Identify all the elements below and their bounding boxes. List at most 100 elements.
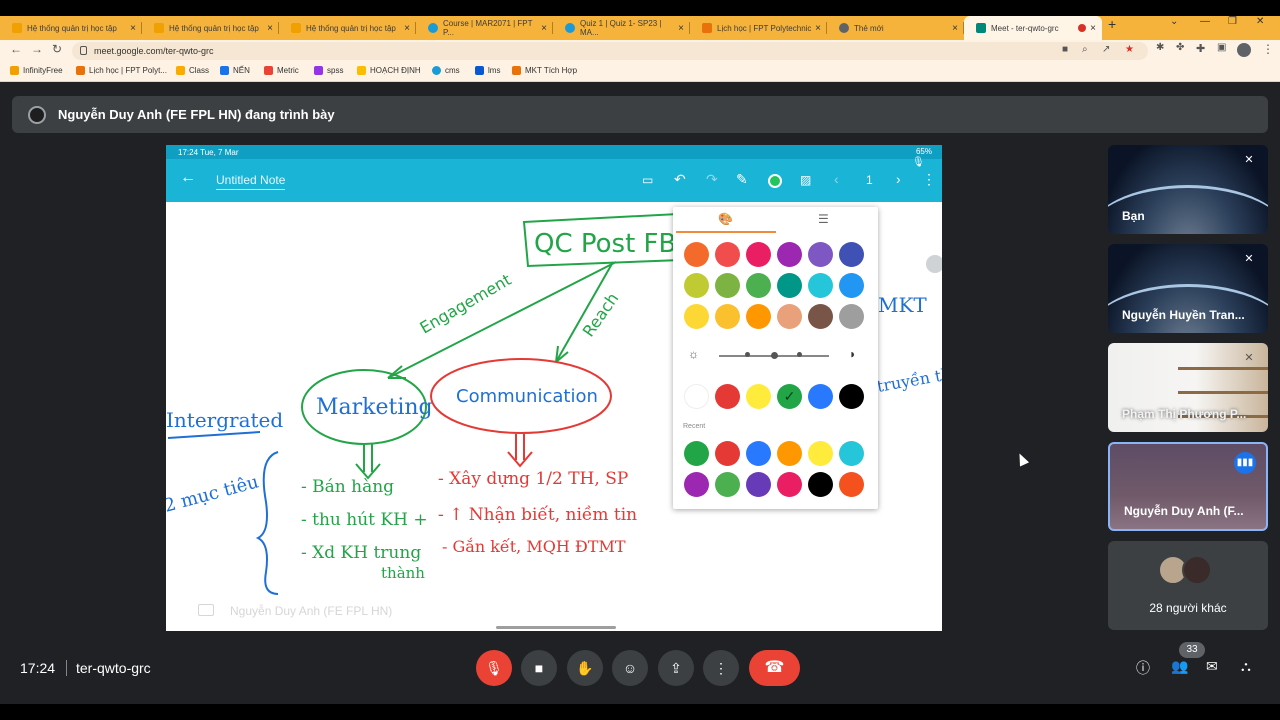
- recent-color-swatch[interactable]: [746, 472, 771, 497]
- recent-color-swatch[interactable]: [839, 441, 864, 466]
- bookmark-star-icon[interactable]: ★: [1125, 44, 1134, 55]
- participant-tile-active-speaker[interactable]: ▮▮▮ Nguyễn Duy Anh (F...: [1108, 442, 1268, 531]
- opacity-slider[interactable]: [719, 352, 829, 359]
- slider-knob[interactable]: [771, 352, 778, 359]
- recent-color-swatch[interactable]: [684, 441, 709, 466]
- participant-tile[interactable]: ✕ Phạm Thị Phương P...: [1108, 343, 1268, 432]
- camera-icon[interactable]: ■: [1062, 44, 1068, 55]
- browser-tab-5[interactable]: Lịch học | FPT Polytechnic ×: [690, 16, 827, 40]
- more-options-button[interactable]: ⋮: [703, 650, 739, 686]
- color-swatch[interactable]: [746, 242, 771, 267]
- present-button[interactable]: ⇪: [658, 650, 694, 686]
- browser-tab-7[interactable]: Meet - ter-qwto-grc ×: [964, 16, 1102, 40]
- redo-icon[interactable]: ↷: [706, 171, 718, 188]
- reload-icon[interactable]: ↻: [52, 42, 62, 56]
- omnibox[interactable]: meet.google.com/ter-qwto-grc ■ ⌕ ↗ ★: [72, 42, 1148, 60]
- emoji-button[interactable]: ☺: [612, 650, 648, 686]
- close-icon[interactable]: ×: [267, 23, 273, 34]
- color-swatch[interactable]: [684, 242, 709, 267]
- color-swatch[interactable]: [777, 242, 802, 267]
- color-swatch[interactable]: [777, 304, 802, 329]
- bookmark-item[interactable]: Metric: [264, 66, 299, 75]
- people-icon[interactable]: 👥: [1171, 658, 1188, 675]
- close-icon[interactable]: ×: [404, 23, 410, 34]
- color-swatch[interactable]: [746, 273, 771, 298]
- browser-tab-3[interactable]: Course | MAR2071 | FPT P... ×: [416, 16, 553, 40]
- quick-color-swatch[interactable]: [839, 384, 864, 409]
- browser-tab-1[interactable]: Hệ thống quản trị học tập ×: [142, 16, 279, 40]
- bookmark-item[interactable]: spss: [314, 66, 343, 75]
- palette-icon[interactable]: 🎨: [718, 212, 733, 226]
- close-icon[interactable]: ×: [678, 23, 684, 34]
- back-arrow-icon[interactable]: ←: [180, 169, 196, 187]
- bookmark-item[interactable]: InfinityFree: [10, 66, 63, 75]
- bookmark-item[interactable]: lms: [475, 66, 500, 75]
- zoom-icon[interactable]: ⌕: [1082, 44, 1088, 55]
- browser-tab-4[interactable]: Quiz 1 | Quiz 1- SP23 | MA... ×: [553, 16, 690, 40]
- bookmark-item[interactable]: Lịch học | FPT Polyt...: [76, 66, 167, 75]
- close-icon[interactable]: ×: [952, 23, 958, 34]
- browser-tab-0[interactable]: Hệ thống quản trị học tập ×: [0, 16, 142, 40]
- profile-avatar[interactable]: [1237, 43, 1251, 57]
- participant-tile[interactable]: ✕ Nguyễn Huyền Tran...: [1108, 244, 1268, 333]
- settings-sliders-icon[interactable]: ☰: [818, 212, 829, 226]
- image-icon[interactable]: ▨: [800, 173, 811, 187]
- quick-color-swatch[interactable]: [715, 384, 740, 409]
- extension-icon[interactable]: ✤: [1176, 42, 1184, 53]
- pen-icon[interactable]: ✎: [736, 171, 748, 188]
- back-icon[interactable]: ←: [10, 42, 22, 56]
- next-page-icon[interactable]: ›: [896, 171, 901, 187]
- close-icon[interactable]: ×: [1090, 23, 1096, 34]
- close-icon[interactable]: ×: [815, 23, 821, 34]
- tab-search-icon[interactable]: ⌄: [1170, 16, 1178, 27]
- leave-call-button[interactable]: ☎: [749, 650, 800, 686]
- color-swatch[interactable]: [777, 273, 802, 298]
- sidebar-icon[interactable]: ▣: [1217, 42, 1226, 53]
- recent-color-swatch[interactable]: [839, 472, 864, 497]
- quick-color-swatch[interactable]: [746, 384, 771, 409]
- camera-button[interactable]: ■: [521, 650, 557, 686]
- recent-color-swatch[interactable]: [777, 441, 802, 466]
- minimize-icon[interactable]: —: [1200, 16, 1210, 27]
- prev-page-icon[interactable]: ‹: [834, 171, 839, 187]
- close-icon[interactable]: ×: [130, 23, 136, 34]
- floating-edge-button[interactable]: [926, 255, 942, 273]
- restore-icon[interactable]: ❐: [1228, 16, 1237, 27]
- forward-icon[interactable]: →: [31, 42, 43, 56]
- color-swatch[interactable]: [715, 304, 740, 329]
- recent-color-swatch[interactable]: [777, 472, 802, 497]
- window-close-icon[interactable]: ✕: [1256, 16, 1264, 27]
- chat-icon[interactable]: ✉: [1206, 658, 1218, 675]
- participant-tile[interactable]: ✕ Bạn: [1108, 145, 1268, 234]
- color-swatch[interactable]: [839, 273, 864, 298]
- recent-color-swatch[interactable]: [684, 472, 709, 497]
- bookmark-item[interactable]: HOẠCH ĐỊNH: [357, 66, 421, 75]
- raise-hand-button[interactable]: ✋: [567, 650, 603, 686]
- color-swatch[interactable]: [839, 304, 864, 329]
- puzzle-icon[interactable]: ✚: [1196, 42, 1205, 55]
- activities-icon[interactable]: ⛬: [1241, 658, 1251, 675]
- color-swatch[interactable]: [715, 273, 740, 298]
- color-swatch[interactable]: [808, 273, 833, 298]
- color-swatch[interactable]: [808, 242, 833, 267]
- browser-tab-2[interactable]: Hệ thống quản trị học tập ×: [279, 16, 416, 40]
- note-title[interactable]: Untitled Note: [216, 173, 286, 190]
- recent-color-swatch[interactable]: [808, 441, 833, 466]
- color-swatch[interactable]: [684, 304, 709, 329]
- close-icon[interactable]: ×: [541, 23, 547, 34]
- quick-color-swatch[interactable]: ✓: [777, 384, 802, 409]
- new-tab-icon[interactable]: +: [1108, 16, 1116, 32]
- more-icon[interactable]: ⋮: [922, 171, 936, 188]
- bookmark-item[interactable]: NẾN: [220, 66, 250, 75]
- cast-icon[interactable]: ▭: [642, 173, 653, 187]
- bookmark-item[interactable]: Class: [176, 66, 209, 75]
- color-swatch[interactable]: [808, 304, 833, 329]
- color-swatch[interactable]: [839, 242, 864, 267]
- recent-color-swatch[interactable]: [746, 441, 771, 466]
- recent-color-swatch[interactable]: [715, 472, 740, 497]
- quick-color-swatch[interactable]: [808, 384, 833, 409]
- color-swatch[interactable]: [715, 242, 740, 267]
- browser-tab-6[interactable]: Thẻ mới ×: [827, 16, 964, 40]
- color-picker-icon[interactable]: [768, 174, 782, 188]
- color-swatch[interactable]: [746, 304, 771, 329]
